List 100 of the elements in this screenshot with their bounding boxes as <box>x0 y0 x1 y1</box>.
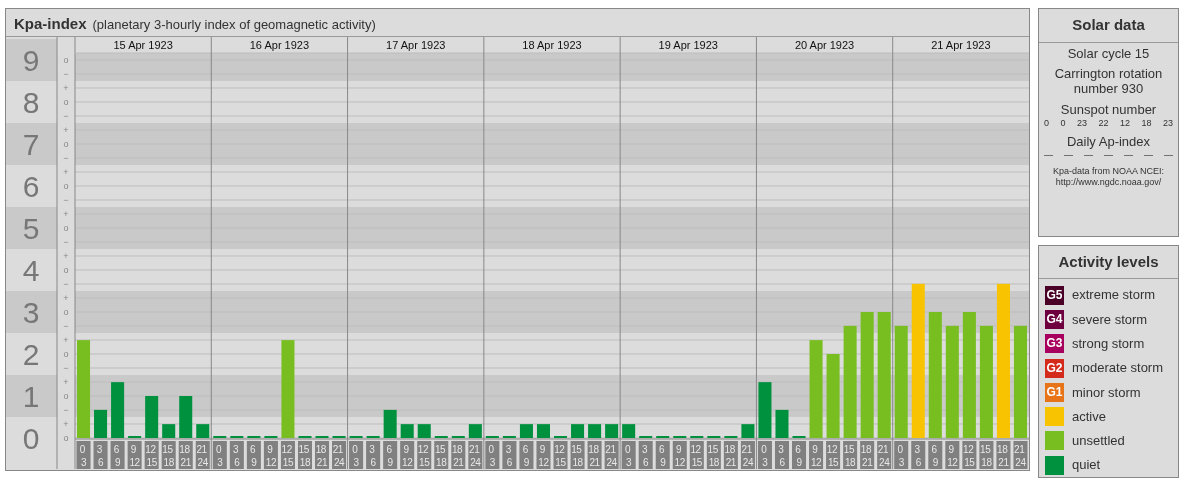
x-tick-label: 6 9 <box>931 444 939 468</box>
tick-label: + <box>63 209 69 219</box>
hour-label: 9 12 <box>536 441 551 469</box>
source-url: http://www.ngdc.noaa.gov/ <box>1054 176 1163 188</box>
ap-value: — <box>1084 149 1093 160</box>
axis-label: 4 <box>22 254 40 287</box>
tick-label: + <box>63 335 69 345</box>
hour-label: 6 9 <box>792 441 807 469</box>
x-tick-label: 6 9 <box>522 444 530 468</box>
x-tick-label: 3 6 <box>96 444 104 468</box>
x-tick-label: 0 3 <box>79 444 87 468</box>
date-label: 19 Apr 1923 <box>658 39 718 51</box>
tick-label: − <box>63 69 69 79</box>
ap-value: — <box>1104 149 1113 160</box>
tick-label: o <box>63 139 69 149</box>
tick-label: − <box>63 195 69 205</box>
source-text: Kpa-data from NOAA NCEI: <box>1051 165 1165 177</box>
tick-label: − <box>63 111 69 121</box>
tick-label: + <box>63 167 69 177</box>
ap-value: — <box>1124 149 1133 160</box>
axis-label: 2 <box>22 338 40 371</box>
hour-label: 3 6 <box>366 441 381 469</box>
hour-label: 3 6 <box>502 441 517 469</box>
x-tick-label: 0 3 <box>897 444 905 468</box>
axis-label: 1 <box>22 380 40 413</box>
legend-label: minor storm <box>1072 383 1141 402</box>
x-tick-label: 3 6 <box>233 444 241 468</box>
ap-value: — <box>1144 149 1153 160</box>
ap-label: Daily Ap-index <box>1065 134 1152 150</box>
level-badge: G3 <box>1045 334 1064 354</box>
tick-label: − <box>63 405 69 415</box>
hour-label: 12 15 <box>826 441 841 469</box>
hour-label: 15 18 <box>843 441 858 469</box>
tick-label: − <box>63 321 69 331</box>
legend-label: unsettled <box>1072 432 1125 451</box>
x-tick-label: 3 6 <box>369 444 377 468</box>
level-badge: G4 <box>1045 309 1064 329</box>
ap-value: — <box>1044 149 1053 160</box>
hour-label: 15 18 <box>434 441 449 469</box>
carrington-text: Carrington rotation number 930 <box>1053 67 1164 98</box>
date-label: 17 Apr 1923 <box>386 39 446 51</box>
hour-label: 6 9 <box>519 441 534 469</box>
level-badge: G5 <box>1045 285 1064 305</box>
tick-label: o <box>63 391 69 401</box>
x-tick-label: 0 3 <box>216 444 224 468</box>
tick-label: o <box>63 265 69 275</box>
date-label: 21 Apr 1923 <box>931 39 991 51</box>
hour-label: 15 18 <box>979 441 994 469</box>
hour-label: 3 6 <box>911 441 926 469</box>
axis-label: 3 <box>22 296 40 329</box>
level-badge: G2 <box>1045 358 1064 378</box>
axis-label: 5 <box>22 212 40 245</box>
x-tick-label: 3 6 <box>914 444 922 468</box>
axis-label: 9 <box>22 44 40 77</box>
axis-label: 8 <box>22 86 40 119</box>
date-label: 16 Apr 1923 <box>249 39 310 51</box>
chart-title: Kpa-index <box>14 16 88 32</box>
axis-label: 0 <box>22 422 40 455</box>
legend-label: active <box>1072 407 1106 426</box>
panel-title: Solar data <box>1039 9 1178 43</box>
ap-value: — <box>1064 149 1073 160</box>
panel-title: Activity levels <box>1039 245 1178 279</box>
sunspot-label: Sunspot number <box>1059 103 1158 119</box>
x-tick-label: 0 3 <box>352 444 360 468</box>
hour-label: 9 12 <box>400 441 415 469</box>
sunspot-value: 12 <box>1119 118 1130 129</box>
tick-label: + <box>63 293 69 303</box>
tick-label: + <box>63 377 69 387</box>
tick-label: + <box>63 251 69 261</box>
tick-label: − <box>63 363 69 373</box>
sunspot-value: 18 <box>1141 118 1152 129</box>
hour-label: 21 24 <box>877 441 892 469</box>
legend-label: strong storm <box>1072 335 1145 353</box>
tick-label: o <box>63 349 69 359</box>
hour-label: 21 24 <box>332 441 347 469</box>
tick-label: + <box>63 419 69 429</box>
sunspot-value: 0 <box>1044 118 1049 129</box>
solar-cycle-text: Solar cycle 15 <box>1066 46 1151 62</box>
x-tick-label: 6 9 <box>795 444 803 468</box>
axis-label: 7 <box>22 128 40 161</box>
date-label: 18 Apr 1923 <box>522 39 582 51</box>
tick-label: o <box>63 97 69 107</box>
hour-label: 21 24 <box>468 441 483 469</box>
x-tick-label: 3 6 <box>505 444 513 468</box>
hour-label: 0 3 <box>349 441 364 469</box>
sunspot-value: 23 <box>1076 118 1087 129</box>
hour-label: 9 12 <box>809 441 824 469</box>
ap-value: — <box>1164 149 1173 160</box>
axis-label: 6 <box>22 170 40 203</box>
tick-label: o <box>63 307 69 317</box>
hour-label: 21 24 <box>1013 441 1028 469</box>
sunspot-value: 23 <box>1162 118 1173 129</box>
legend-label: severe storm <box>1072 310 1148 329</box>
tick-label: − <box>63 153 69 163</box>
hour-label: 12 15 <box>417 441 432 469</box>
hour-label: 6 9 <box>928 441 943 469</box>
date-label: 20 Apr 1923 <box>794 39 855 51</box>
sunspot-value: 22 <box>1098 118 1109 129</box>
hour-label: 6 9 <box>383 441 398 469</box>
tick-label: o <box>63 433 69 443</box>
